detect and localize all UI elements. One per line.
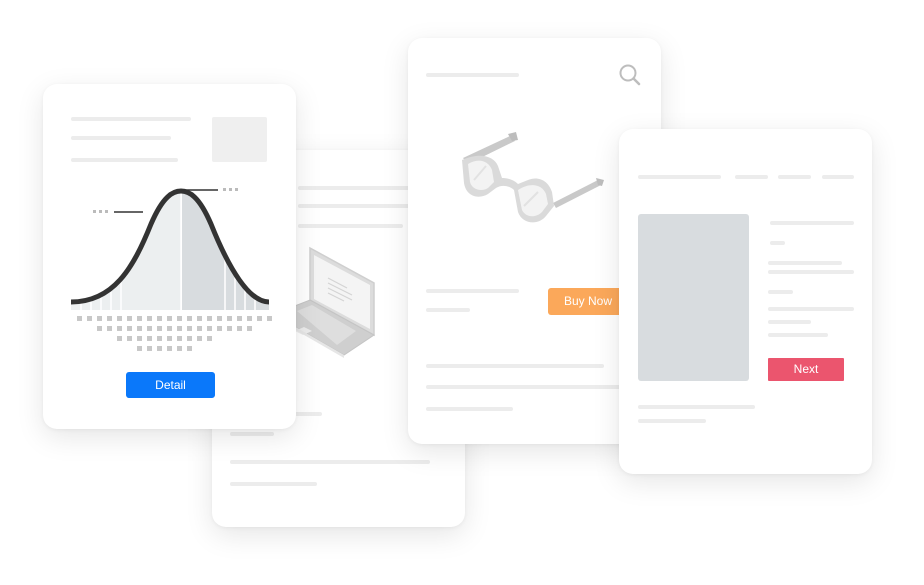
distribution-dot — [217, 326, 222, 331]
distribution-dot — [177, 346, 182, 351]
distribution-dot — [187, 336, 192, 341]
distribution-dot — [127, 316, 132, 321]
distribution-dot — [127, 326, 132, 331]
placeholder-line — [770, 241, 785, 245]
distribution-dot — [167, 326, 172, 331]
distribution-dot — [167, 316, 172, 321]
next-button[interactable]: Next — [768, 358, 844, 381]
placeholder-line — [768, 307, 854, 311]
placeholder-line — [768, 261, 842, 265]
distribution-dot — [157, 316, 162, 321]
distribution-dot — [117, 336, 122, 341]
placeholder-line — [230, 460, 430, 464]
placeholder-line — [230, 482, 317, 486]
buy-now-button[interactable]: Buy Now — [548, 288, 628, 315]
distribution-dot — [147, 336, 152, 341]
distribution-dot — [157, 326, 162, 331]
placeholder-line — [638, 419, 706, 423]
bell-curve-icon — [70, 188, 272, 351]
placeholder-line — [768, 320, 811, 324]
placeholder-line — [426, 289, 519, 293]
distribution-dot — [237, 316, 242, 321]
distribution-dot — [157, 336, 162, 341]
distribution-dot — [167, 346, 172, 351]
placeholder-line — [778, 175, 811, 179]
distribution-dot — [247, 326, 252, 331]
distribution-dot — [217, 316, 222, 321]
image-placeholder — [638, 214, 749, 381]
search-icon[interactable] — [618, 63, 642, 87]
distribution-dot — [207, 326, 212, 331]
distribution-dot — [147, 316, 152, 321]
distribution-dot — [227, 326, 232, 331]
placeholder-line — [71, 117, 191, 121]
distribution-dot — [87, 316, 92, 321]
next-card: Next — [619, 129, 872, 474]
distribution-dot — [97, 326, 102, 331]
distribution-dot — [177, 326, 182, 331]
placeholder-line — [426, 308, 470, 312]
distribution-dot — [197, 316, 202, 321]
placeholder-line — [770, 221, 854, 225]
distribution-dot — [207, 336, 212, 341]
distribution-dot — [257, 316, 262, 321]
laptop-icon — [292, 246, 375, 358]
distribution-dot — [197, 326, 202, 331]
distribution-dot — [197, 336, 202, 341]
distribution-dot — [127, 336, 132, 341]
distribution-dot — [267, 316, 272, 321]
placeholder-line — [426, 73, 519, 77]
distribution-dot — [107, 316, 112, 321]
placeholder-line — [298, 224, 403, 228]
distribution-dot — [207, 316, 212, 321]
placeholder-line — [735, 175, 768, 179]
distribution-dot — [187, 326, 192, 331]
detail-button[interactable]: Detail — [126, 372, 215, 398]
distribution-dot — [177, 316, 182, 321]
distribution-dot — [227, 316, 232, 321]
placeholder-line — [426, 385, 626, 389]
placeholder-line — [230, 432, 274, 436]
distribution-dot — [77, 316, 82, 321]
distribution-dot — [147, 326, 152, 331]
chart-card: Detail — [43, 84, 296, 429]
distribution-dot — [177, 336, 182, 341]
placeholder-line — [71, 158, 178, 162]
placeholder-line — [426, 364, 604, 368]
placeholder-line — [638, 405, 755, 409]
distribution-dot — [117, 316, 122, 321]
distribution-dot — [137, 346, 142, 351]
placeholder-line — [768, 333, 828, 337]
distribution-dot — [187, 316, 192, 321]
placeholder-line — [822, 175, 854, 179]
distribution-dot — [167, 336, 172, 341]
distribution-dot — [157, 346, 162, 351]
distribution-dot — [97, 316, 102, 321]
distribution-dot — [137, 336, 142, 341]
placeholder-line — [71, 136, 171, 140]
glasses-icon — [462, 132, 604, 223]
placeholder-line — [638, 175, 721, 179]
distribution-dot — [237, 326, 242, 331]
placeholder-line — [768, 270, 854, 274]
distribution-dot — [137, 326, 142, 331]
placeholder-line — [426, 407, 513, 411]
distribution-dot — [117, 326, 122, 331]
distribution-dot — [247, 316, 252, 321]
distribution-dot — [187, 346, 192, 351]
placeholder-line — [768, 290, 793, 294]
distribution-dot — [147, 346, 152, 351]
distribution-dot — [137, 316, 142, 321]
image-placeholder — [212, 117, 267, 162]
distribution-dot — [107, 326, 112, 331]
